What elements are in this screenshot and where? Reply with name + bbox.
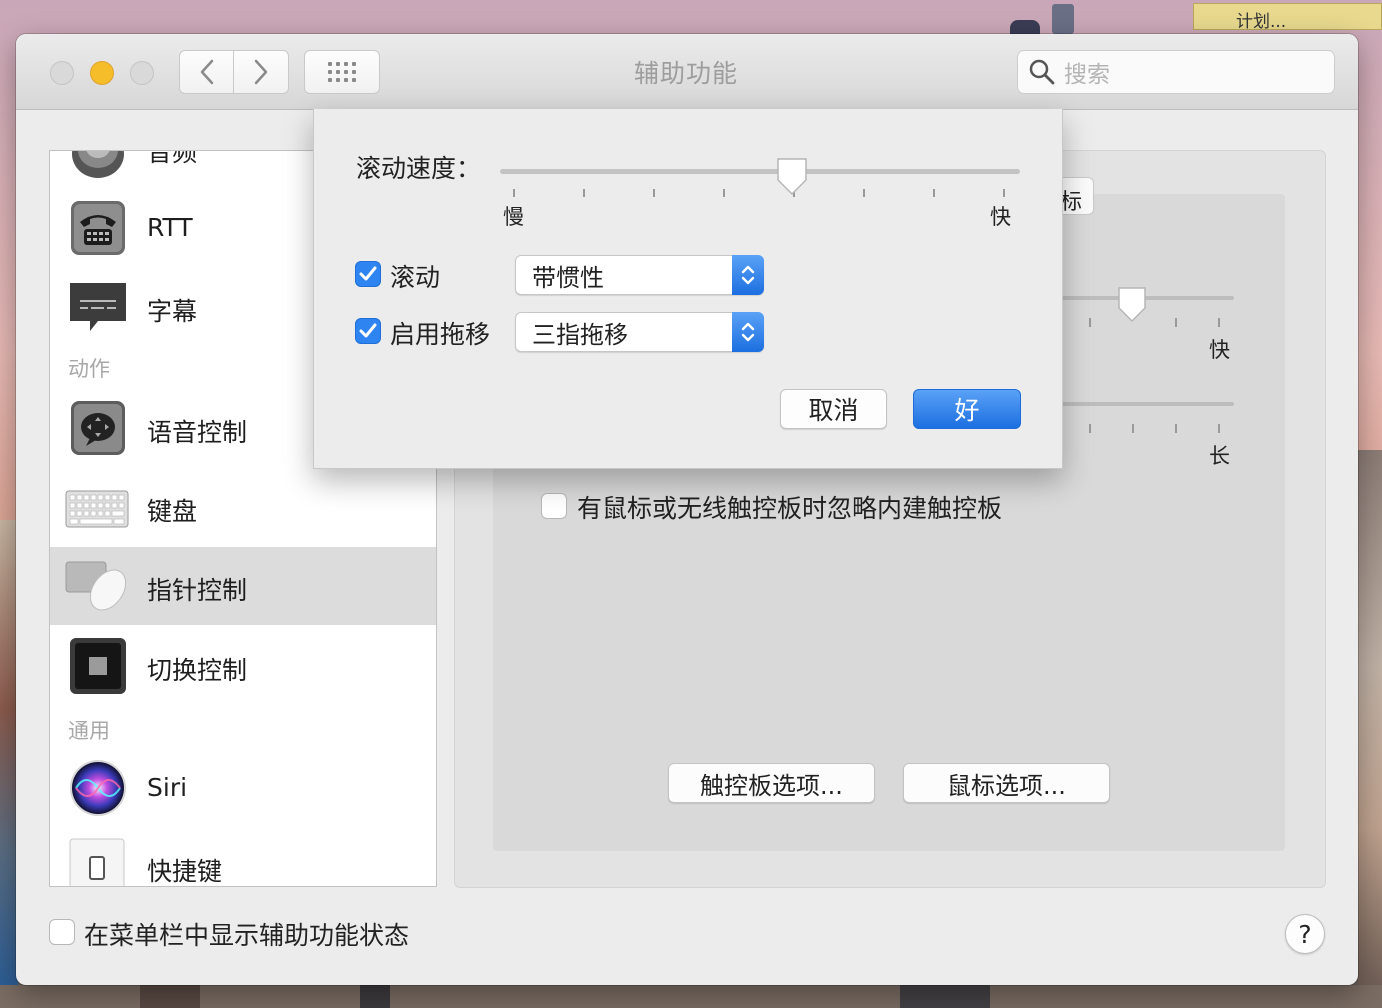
desktop-background-object: [1010, 20, 1040, 34]
switch-control-icon: [70, 638, 126, 694]
slider-tick: [723, 189, 725, 197]
desktop-background-right: [1358, 450, 1382, 990]
trackpad-options-button[interactable]: 触控板选项...: [668, 763, 875, 803]
ignore-builtin-trackpad-label: 有鼠标或无线触控板时忽略内建触控板: [577, 494, 1003, 523]
dragging-mode-popup[interactable]: 三指拖移: [515, 312, 764, 352]
slider-tick: [583, 189, 585, 197]
sidebar-item-label: Siri: [147, 773, 188, 802]
show-all-button[interactable]: [304, 50, 380, 94]
dragging-mode-value: 三指拖移: [532, 320, 628, 349]
sidebar-item-label: 指针控制: [147, 576, 248, 605]
slider-tick: [1132, 424, 1134, 433]
keyboard-icon: [65, 490, 129, 528]
scroll-speed-max-label: 快: [990, 205, 1011, 229]
close-window-button[interactable]: [50, 61, 74, 85]
sidebar-item-pointer-control[interactable]: 指针控制: [50, 547, 436, 625]
pointer-control-icon: [65, 561, 127, 611]
slider-tick: [1218, 318, 1220, 327]
siri-icon: [70, 760, 126, 816]
scroll-speed-slider-track[interactable]: [500, 169, 1020, 174]
chevron-left-icon: [200, 59, 213, 85]
slider-tick: [1218, 424, 1220, 433]
mouse-options-button[interactable]: 鼠标选项...: [903, 763, 1110, 803]
background-slider-track: [1056, 402, 1234, 406]
scroll-speed-min-label: 慢: [503, 205, 524, 229]
back-button[interactable]: [179, 50, 234, 94]
show-in-menubar-checkbox[interactable]: [49, 919, 75, 945]
sidebar-item-switch-control[interactable]: 切换控制: [50, 627, 436, 705]
show-in-menubar-label: 在菜单栏中显示辅助功能状态: [84, 921, 410, 950]
scrolling-mode-popup[interactable]: 带惯性: [515, 255, 764, 295]
sidebar-item-label: 字幕: [147, 297, 198, 326]
dragging-checkbox[interactable]: [355, 318, 381, 344]
system-preferences-window: 辅助功能 搜索 音频 RTT 字幕 动作 语音控制 键盘 指针控制 切换控制 通…: [16, 34, 1358, 985]
search-placeholder: 搜索: [1064, 62, 1110, 88]
navigation-buttons: [179, 50, 289, 94]
sidebar-item-label: 切换控制: [147, 656, 248, 685]
window-title: 辅助功能: [633, 59, 738, 88]
slider-tick: [933, 189, 935, 197]
slider-tick: [1175, 424, 1177, 433]
voice-control-icon: [71, 401, 125, 455]
sidebar-item-siri[interactable]: Siri: [50, 749, 436, 827]
slider-tick: [1175, 318, 1177, 327]
checkmark-icon: [359, 266, 377, 281]
desktop-background-ground: [0, 985, 1382, 1008]
section-header-general: 通用: [68, 719, 110, 743]
slider-tick: [863, 189, 865, 197]
dragging-label: 启用拖移: [390, 320, 491, 349]
updown-arrows-icon: [732, 255, 764, 295]
minimize-window-button[interactable]: [90, 61, 114, 85]
sidebar-item-label: 快捷键: [147, 857, 223, 886]
trackpad-options-sheet: 滚动速度： 慢 快 滚动 带惯性 启用拖移 三指拖移 取消 好: [313, 109, 1063, 469]
forward-button[interactable]: [234, 50, 289, 94]
slider-tick: [513, 189, 515, 197]
sidebar-item-label: 音频: [147, 150, 198, 167]
cancel-button[interactable]: 取消: [780, 389, 887, 429]
ok-button[interactable]: 好: [913, 389, 1021, 429]
slider-tick: [653, 189, 655, 197]
sidebar-item-label: 语音控制: [147, 418, 248, 447]
background-slider-knob[interactable]: [1116, 286, 1148, 324]
sidebar-item-keyboard[interactable]: 键盘: [50, 468, 436, 546]
desktop-background-pole: [1052, 4, 1074, 34]
slider-tick: [1089, 424, 1091, 433]
zoom-window-button[interactable]: [130, 61, 154, 85]
sidebar-item-label: RTT: [147, 213, 193, 242]
search-icon: [1029, 59, 1055, 85]
search-field[interactable]: 搜索: [1017, 50, 1335, 94]
grid-icon: [328, 62, 356, 82]
slider-tick: [1089, 318, 1091, 327]
captions-icon: [70, 283, 126, 331]
shortcut-icon: [69, 838, 125, 886]
scrolling-label: 滚动: [390, 263, 441, 292]
desktop-tooltip: 计划...: [1193, 3, 1382, 32]
slider-tick: [1003, 189, 1005, 197]
rtt-phone-icon: [71, 201, 125, 255]
section-header-motor: 动作: [68, 357, 110, 381]
scroll-speed-label: 滚动速度：: [356, 154, 482, 183]
help-button[interactable]: ?: [1285, 914, 1325, 954]
slider-max-label: 长: [1209, 444, 1230, 468]
slider-max-label: 快: [1209, 338, 1230, 362]
sidebar-item-label: 键盘: [147, 497, 198, 526]
speaker-icon: [72, 151, 124, 178]
chevron-right-icon: [254, 59, 268, 85]
updown-arrows-icon: [732, 312, 764, 352]
scrolling-mode-value: 带惯性: [532, 263, 604, 292]
sidebar-item-shortcut[interactable]: 快捷键: [50, 828, 436, 886]
checkmark-icon: [359, 323, 377, 338]
ignore-builtin-trackpad-checkbox[interactable]: [541, 493, 567, 519]
scrolling-checkbox[interactable]: [355, 261, 381, 287]
scroll-speed-slider-knob[interactable]: [775, 157, 809, 197]
title-bar: 辅助功能 搜索: [16, 34, 1358, 110]
